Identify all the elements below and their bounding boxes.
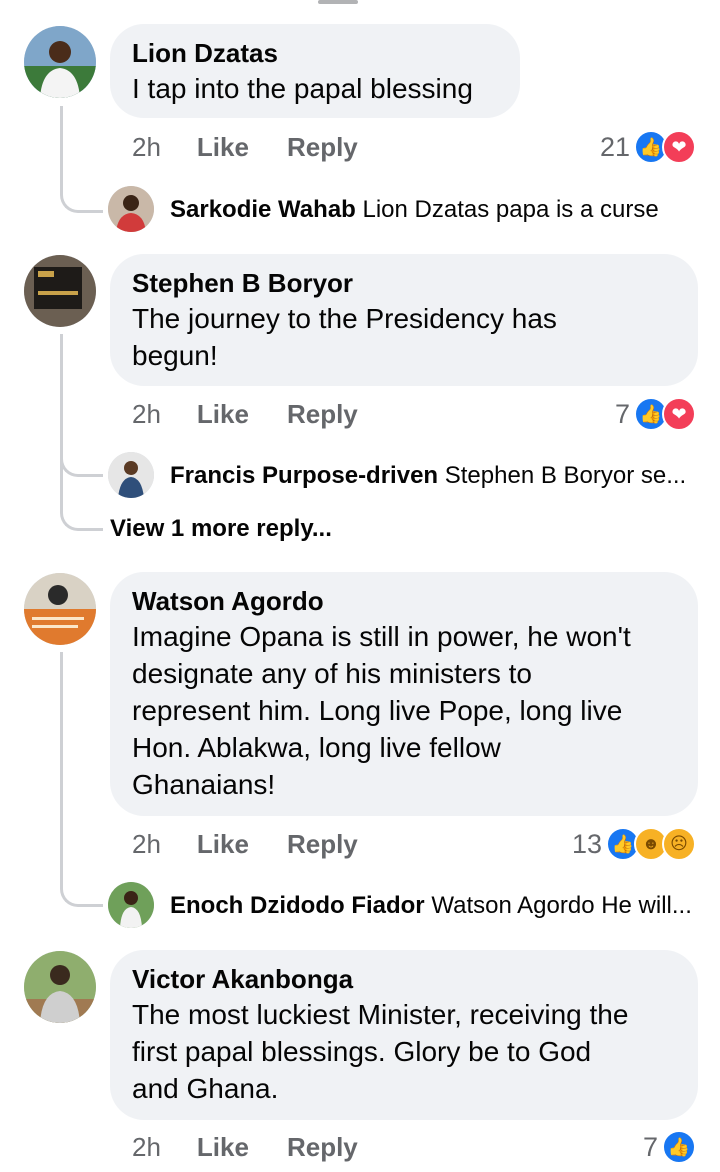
reply-text: Watson Agordo He will... (431, 892, 692, 919)
like-button[interactable]: Like (197, 1132, 249, 1163)
comment-text-line: begun! (132, 340, 218, 371)
comment-text-line: Ghanaians! (132, 769, 276, 800)
thread-line (60, 430, 103, 477)
comment-actions: 2h Like Reply (132, 826, 358, 862)
reply-text: Stephen B Boryor se... (444, 462, 687, 489)
previous-content-remnant (318, 0, 358, 4)
thread-line (60, 474, 103, 531)
comment-text-line: designate any of his ministers to (132, 658, 532, 689)
comment-time[interactable]: 2h (132, 1132, 161, 1163)
reaction-summary[interactable]: 21 👍 ❤ (600, 129, 696, 165)
comment-text-line: represent him. Long live Pope, long live (132, 695, 623, 726)
reply-author[interactable]: Sarkodie Wahab (170, 196, 356, 223)
comment-bubble[interactable]: Stephen B Boryor The journey to the Pres… (110, 254, 698, 386)
comment-time[interactable]: 2h (132, 399, 161, 430)
avatar[interactable] (24, 26, 96, 98)
reply-author[interactable]: Francis Purpose-driven (170, 462, 438, 489)
reaction-count: 13 (571, 828, 602, 859)
comment-bubble[interactable]: Lion Dzatas I tap into the papal blessin… (110, 24, 520, 118)
comment-text-line: and Ghana. (132, 1073, 279, 1104)
reply-button[interactable]: Reply (287, 132, 358, 163)
reaction-summary[interactable]: 7 👍 (643, 1129, 696, 1165)
sad-icon: ☹ (662, 827, 696, 861)
comment-text-line: first papal blessings. Glory be to God (132, 1036, 592, 1067)
comment-actions: 2h Like Reply (132, 1129, 358, 1165)
reaction-count: 7 (642, 1131, 658, 1162)
reaction-summary[interactable]: 7 👍 ❤ (615, 396, 696, 432)
love-icon: ❤ (662, 130, 696, 164)
avatar-photo (108, 882, 154, 928)
reply-avatar[interactable] (108, 882, 154, 928)
reply-avatar[interactable] (108, 186, 154, 232)
comment-author[interactable]: Stephen B Boryor (132, 266, 676, 300)
avatar-photo (24, 26, 96, 98)
reply-button[interactable]: Reply (287, 399, 358, 430)
reply-preview[interactable]: Sarkodie Wahab Lion Dzatas papa is a cur… (170, 196, 659, 224)
comment-bubble[interactable]: Watson Agordo Imagine Opana is still in … (110, 572, 698, 816)
comment-author[interactable]: Lion Dzatas (132, 36, 498, 70)
avatar-photo (24, 255, 96, 327)
comment-time[interactable]: 2h (132, 829, 161, 860)
reply-button[interactable]: Reply (287, 1132, 358, 1163)
comment-author[interactable]: Watson Agordo (132, 584, 676, 618)
thread-line (60, 652, 103, 907)
reply-preview[interactable]: Enoch Dzidodo Fiador Watson Agordo He wi… (170, 892, 692, 920)
avatar-photo (24, 573, 96, 645)
reply-author[interactable]: Enoch Dzidodo Fiador (170, 892, 425, 919)
thread-line (60, 106, 103, 213)
reaction-count: 21 (599, 131, 630, 162)
reply-button[interactable]: Reply (287, 829, 358, 860)
avatar-photo (24, 951, 96, 1023)
like-button[interactable]: Like (197, 399, 249, 430)
comment-text-line: Imagine Opana is still in power, he won'… (132, 621, 631, 652)
avatar[interactable] (24, 573, 96, 645)
like-icon: 👍 (662, 1130, 696, 1164)
reaction-count: 7 (614, 398, 630, 429)
reply-preview[interactable]: Francis Purpose-driven Stephen B Boryor … (170, 462, 686, 490)
love-icon: ❤ (662, 397, 696, 431)
comment-text-line: Hon. Ablakwa, long live fellow (132, 732, 501, 763)
avatar[interactable] (24, 255, 96, 327)
comment-text-line: The journey to the Presidency has (132, 303, 557, 334)
reply-text: Lion Dzatas papa is a curse (362, 196, 659, 223)
comment-author[interactable]: Victor Akanbonga (132, 962, 676, 996)
comment-time[interactable]: 2h (132, 132, 161, 163)
reaction-summary[interactable]: 13 👍 ☻ ☹ (572, 826, 696, 862)
avatar-photo (108, 452, 154, 498)
comment-text: I tap into the papal blessing (132, 73, 473, 104)
comment-actions: 2h Like Reply (132, 396, 358, 432)
comment-bubble[interactable]: Victor Akanbonga The most luckiest Minis… (110, 950, 698, 1120)
comment-text-line: The most luckiest Minister, receiving th… (132, 999, 629, 1030)
like-button[interactable]: Like (197, 829, 249, 860)
avatar-photo (108, 186, 154, 232)
like-button[interactable]: Like (197, 132, 249, 163)
reply-avatar[interactable] (108, 452, 154, 498)
view-more-replies-link[interactable]: View 1 more reply... (110, 515, 332, 543)
avatar[interactable] (24, 951, 96, 1023)
comment-actions: 2h Like Reply (132, 129, 358, 165)
